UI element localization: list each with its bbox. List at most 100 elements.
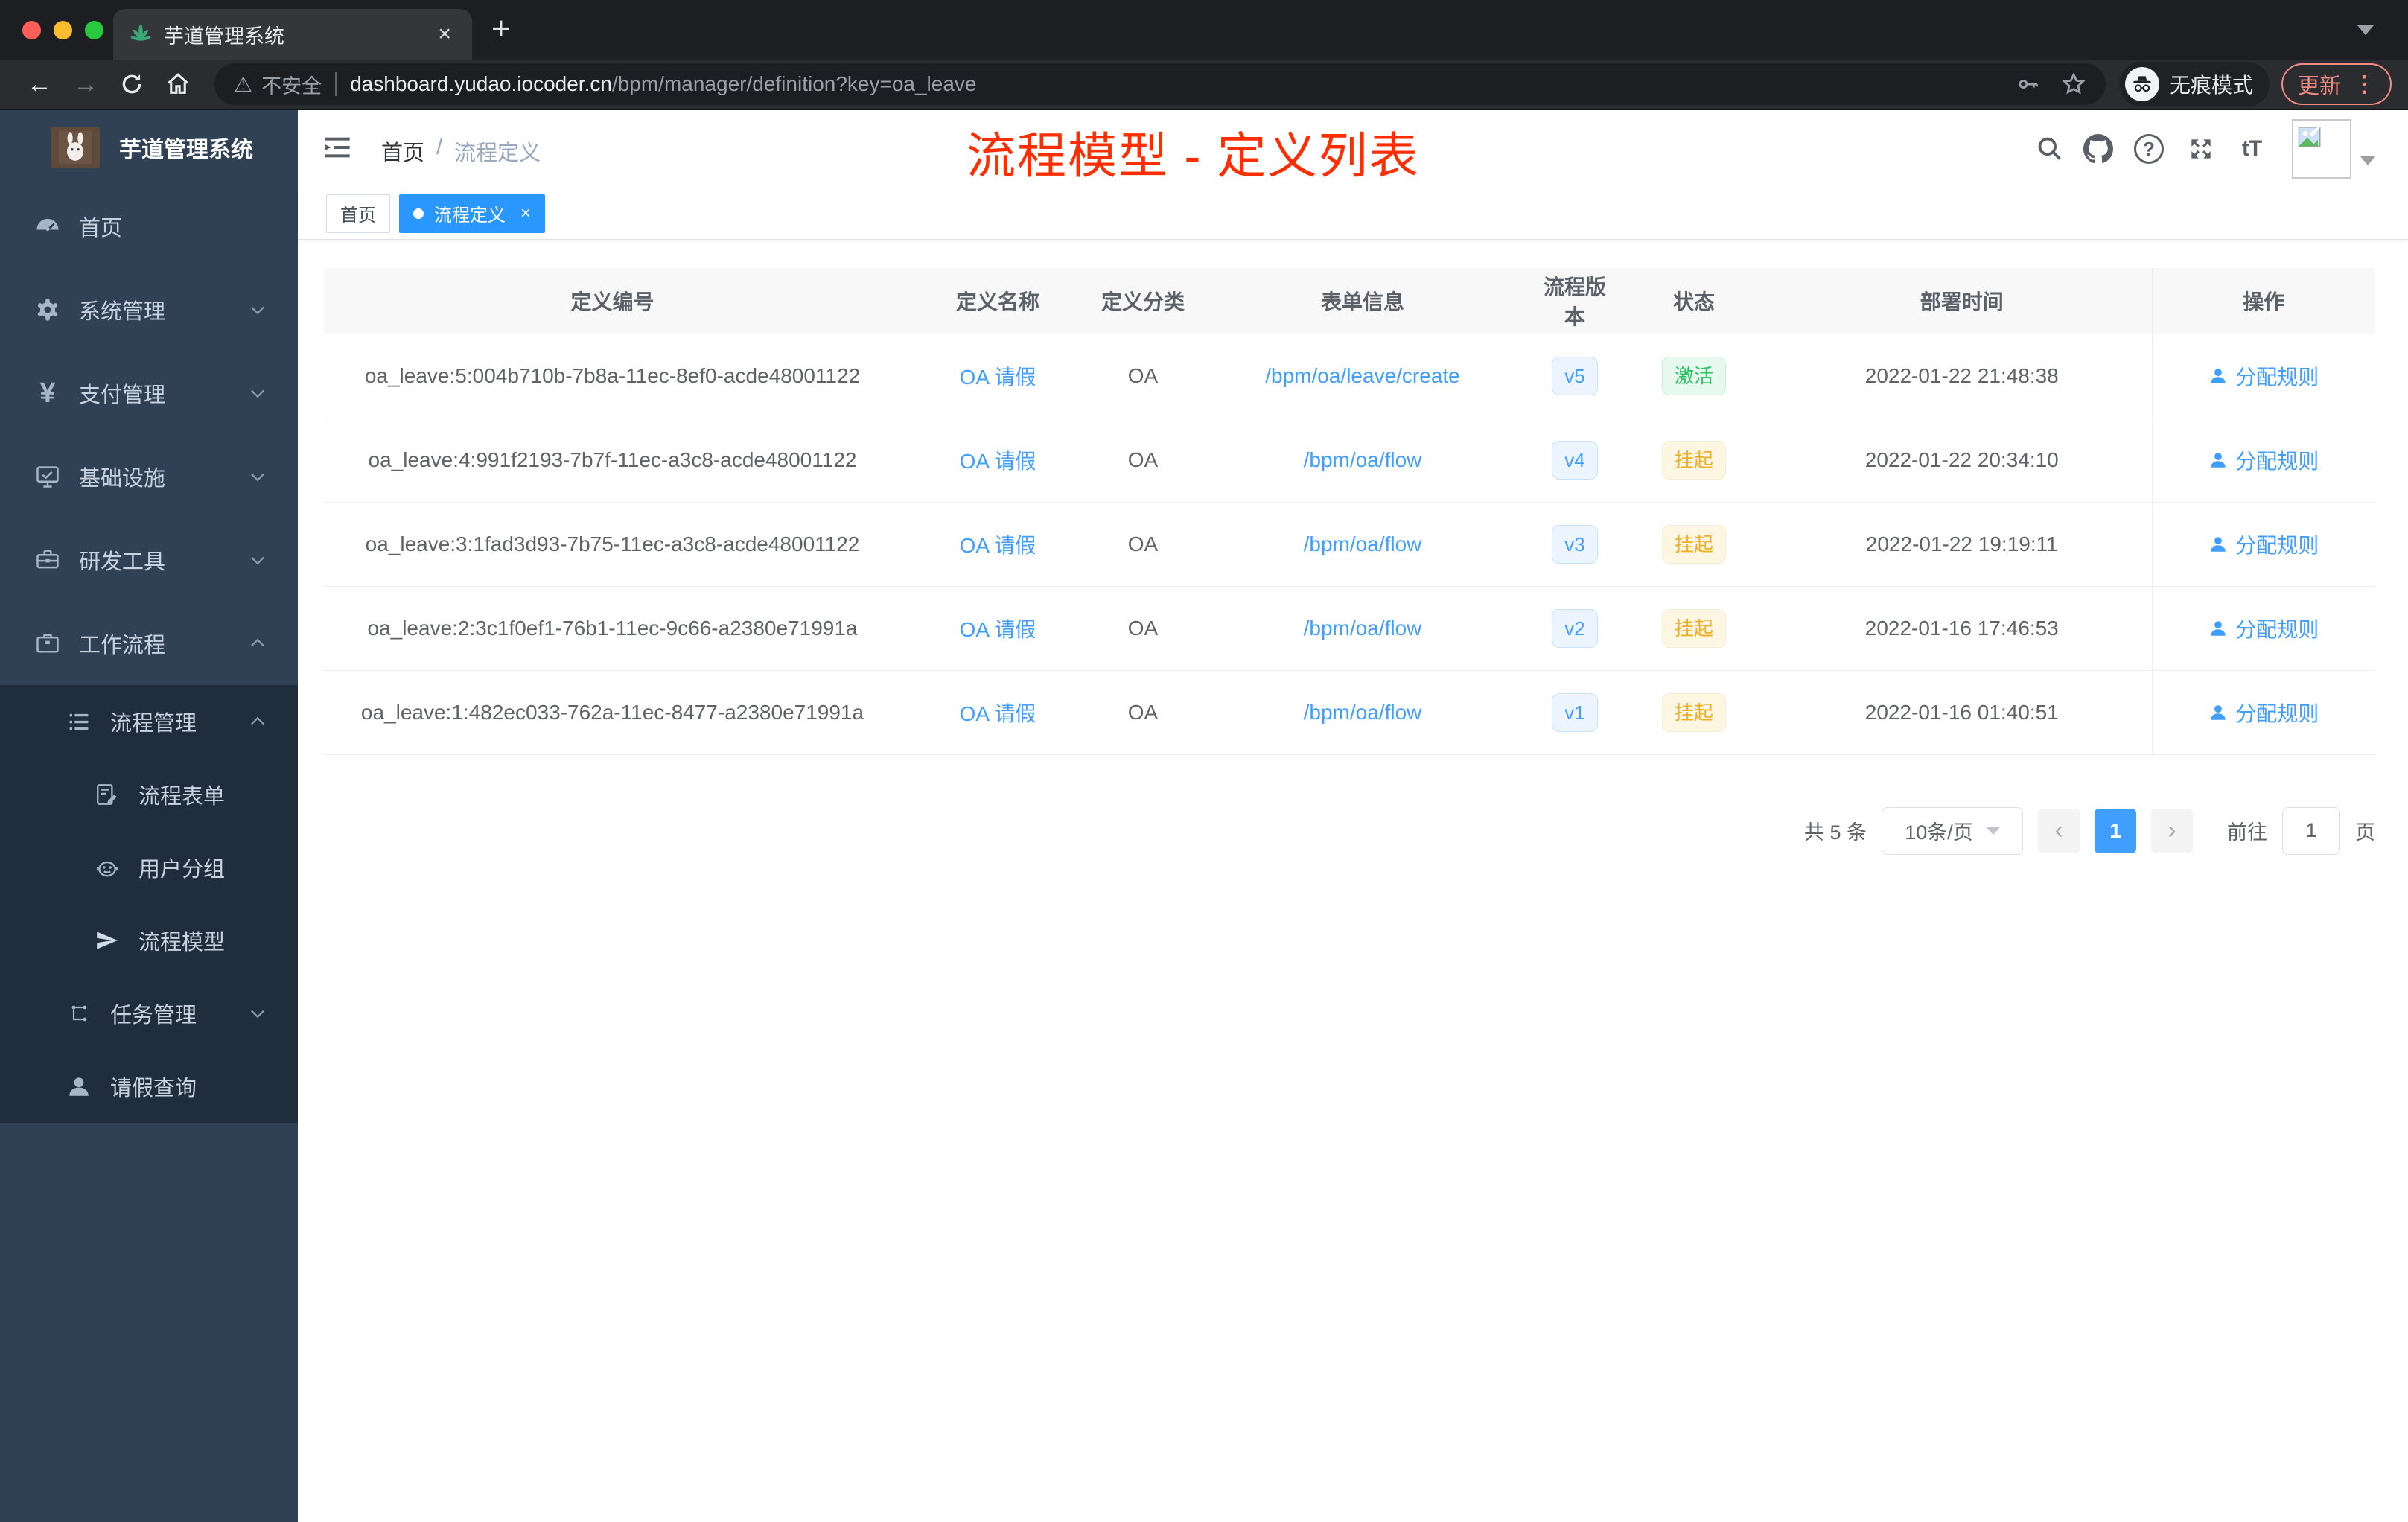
col-header-definition-name: 定义名称 (901, 268, 1095, 334)
search-icon[interactable] (2030, 130, 2069, 168)
help-icon[interactable]: ? (2130, 130, 2168, 168)
dashboard-gauge-icon (31, 213, 64, 240)
tag-close-icon[interactable]: × (520, 203, 531, 224)
sidebar-item-label: 首页 (79, 217, 123, 241)
assign-rule-label: 分配规则 (2235, 701, 2319, 725)
goto-label: 前往 (2227, 821, 2267, 844)
version-badge: v3 (1552, 524, 1598, 564)
cell-definition-name-link[interactable]: OA 请假 (901, 502, 1095, 587)
github-icon[interactable] (2079, 130, 2118, 168)
sidebar-item-leave-query[interactable]: 请假查询 (0, 1050, 298, 1123)
tags-view-bar: 首页 流程定义 × (298, 188, 2408, 240)
cell-form-link[interactable]: /bpm/oa/flow (1191, 670, 1534, 755)
cell-form-link[interactable]: /bpm/oa/leave/create (1191, 334, 1534, 418)
user-avatar-broken-image[interactable] (2292, 119, 2351, 179)
sidebar-collapse-icon[interactable] (322, 133, 353, 162)
sidebar-item-user-group[interactable]: 用户分组 (0, 831, 298, 904)
sidebar-item-system[interactable]: 系统管理 (0, 268, 298, 351)
sidebar-item-label: 系统管理 (79, 300, 166, 324)
goto-unit-label: 页 (2355, 821, 2375, 844)
cell-definition-name-link[interactable]: OA 请假 (901, 418, 1095, 503)
sidebar-item-label: 研发工具 (79, 550, 166, 574)
cell-form-link[interactable]: /bpm/oa/flow (1191, 502, 1534, 587)
cell-form-link[interactable]: /bpm/oa/flow (1191, 586, 1534, 671)
pagination: 共 5 条 10条/页 ‹ 1 › 前往 页 (324, 806, 2375, 855)
minimize-window-button[interactable] (54, 21, 72, 39)
assign-rule-label: 分配规则 (2235, 365, 2319, 389)
fullscreen-icon[interactable] (2182, 130, 2220, 168)
insecure-label: 不安全 (261, 74, 322, 98)
browser-toolbar: ← → ⚠ 不安全 dashboard.yudao.iocoder.cn/bpm… (0, 60, 2408, 110)
cell-deploy-time: 2022-01-16 01:40:51 (1772, 670, 2152, 755)
prev-page-button[interactable]: ‹ (2038, 808, 2080, 853)
brand-title: 芋道管理系统 (119, 138, 253, 162)
assign-rule-link[interactable]: 分配规则 (2208, 614, 2319, 643)
cell-form-link[interactable]: /bpm/oa/flow (1191, 418, 1534, 503)
chrome-update-button[interactable]: 更新 ⋮ (2281, 63, 2392, 105)
sidebar-item-label: 流程表单 (138, 785, 226, 809)
table-row: oa_leave:2:3c1f0ef1-76b1-11ec-9c66-a2380… (324, 586, 2375, 671)
yen-icon: ¥ (39, 377, 56, 409)
sidebar-item-task-management[interactable]: 任务管理 (0, 977, 298, 1050)
browser-tab-strip: 芋道管理系统 × + (0, 0, 2408, 60)
table-row: oa_leave:5:004b710b-7b8a-11ec-8ef0-acde4… (324, 334, 2375, 418)
assign-rule-link[interactable]: 分配规则 (2208, 529, 2319, 559)
bookmark-star-icon[interactable] (2061, 71, 2086, 97)
tab-close-icon[interactable]: × (433, 22, 456, 47)
current-page-button[interactable]: 1 (2095, 808, 2136, 853)
goto-page-input[interactable] (2282, 806, 2340, 855)
back-icon[interactable]: ← (27, 70, 52, 99)
col-header-status: 状态 (1616, 268, 1772, 334)
window-controls (22, 21, 103, 39)
maximize-window-button[interactable] (85, 21, 103, 39)
sidebar-item-payment[interactable]: ¥ 支付管理 (0, 351, 298, 435)
address-bar[interactable]: ⚠ 不安全 dashboard.yudao.iocoder.cn/bpm/man… (214, 63, 2106, 105)
cell-definition-id: oa_leave:4:991f2193-7b7f-11ec-a3c8-acde4… (324, 418, 901, 503)
user-menu-caret-icon[interactable] (2360, 156, 2375, 165)
cell-deploy-time: 2022-01-22 19:19:11 (1772, 502, 2152, 587)
cell-definition-name-link[interactable]: OA 请假 (901, 670, 1095, 755)
cell-definition-name-link[interactable]: OA 请假 (901, 586, 1095, 671)
paper-plane-icon (91, 928, 124, 953)
tag-process-definition[interactable]: 流程定义 × (399, 194, 546, 233)
sidebar-item-process-management[interactable]: 流程管理 (0, 685, 298, 758)
home-icon[interactable] (165, 71, 191, 97)
status-badge: 激活 (1661, 356, 1726, 395)
reload-icon[interactable] (119, 71, 144, 97)
sidebar-item-home[interactable]: 首页 (0, 185, 298, 268)
browser-menu-kebab-icon[interactable]: ⋮ (2353, 71, 2375, 98)
sidebar-item-process-model[interactable]: 流程模型 (0, 904, 298, 977)
app-header: 首页 / 流程定义 流程模型 - 定义列表 ? tT (298, 110, 2408, 188)
sidebar-item-workflow[interactable]: 工作流程 (0, 602, 298, 685)
chevron-down-icon (247, 1003, 268, 1024)
chevron-down-icon (247, 299, 268, 320)
sidebar-logo-row: 芋道管理系统 (0, 110, 298, 185)
tab-search-caret-icon[interactable] (2357, 25, 2374, 35)
tag-home[interactable]: 首页 (326, 194, 390, 233)
font-size-icon[interactable]: tT (2232, 130, 2271, 168)
document-edit-icon (91, 782, 124, 807)
sidebar-item-process-form[interactable]: 流程表单 (0, 758, 298, 831)
breadcrumb-current: 流程定义 (454, 141, 541, 165)
sidebar-item-label: 支付管理 (79, 383, 166, 407)
sidebar-item-label: 用户分组 (138, 858, 226, 882)
close-window-button[interactable] (22, 21, 41, 39)
assign-rule-link[interactable]: 分配规则 (2208, 361, 2319, 391)
assign-rule-link[interactable]: 分配规则 (2208, 698, 2319, 727)
sidebar-item-dev-tools[interactable]: 研发工具 (0, 518, 298, 602)
col-header-form-info: 表单信息 (1191, 268, 1534, 334)
browser-tab[interactable]: 芋道管理系统 × (113, 9, 472, 60)
new-tab-button[interactable]: + (491, 10, 511, 48)
breadcrumb: 首页 / 流程定义 (381, 136, 541, 167)
status-badge: 挂起 (1661, 524, 1726, 564)
cell-definition-name-link[interactable]: OA 请假 (901, 334, 1095, 418)
cell-deploy-time: 2022-01-22 20:34:10 (1772, 418, 2152, 503)
sidebar-item-label: 流程模型 (138, 931, 226, 955)
assign-rule-link[interactable]: 分配规则 (2208, 445, 2319, 475)
sidebar-item-infrastructure[interactable]: 基础设施 (0, 435, 298, 518)
page-size-select[interactable]: 10条/页 (1882, 806, 2023, 855)
next-page-button[interactable]: › (2151, 808, 2193, 853)
breadcrumb-home[interactable]: 首页 (381, 136, 424, 167)
password-key-icon[interactable] (2016, 72, 2040, 96)
forward-icon[interactable]: → (73, 70, 98, 99)
